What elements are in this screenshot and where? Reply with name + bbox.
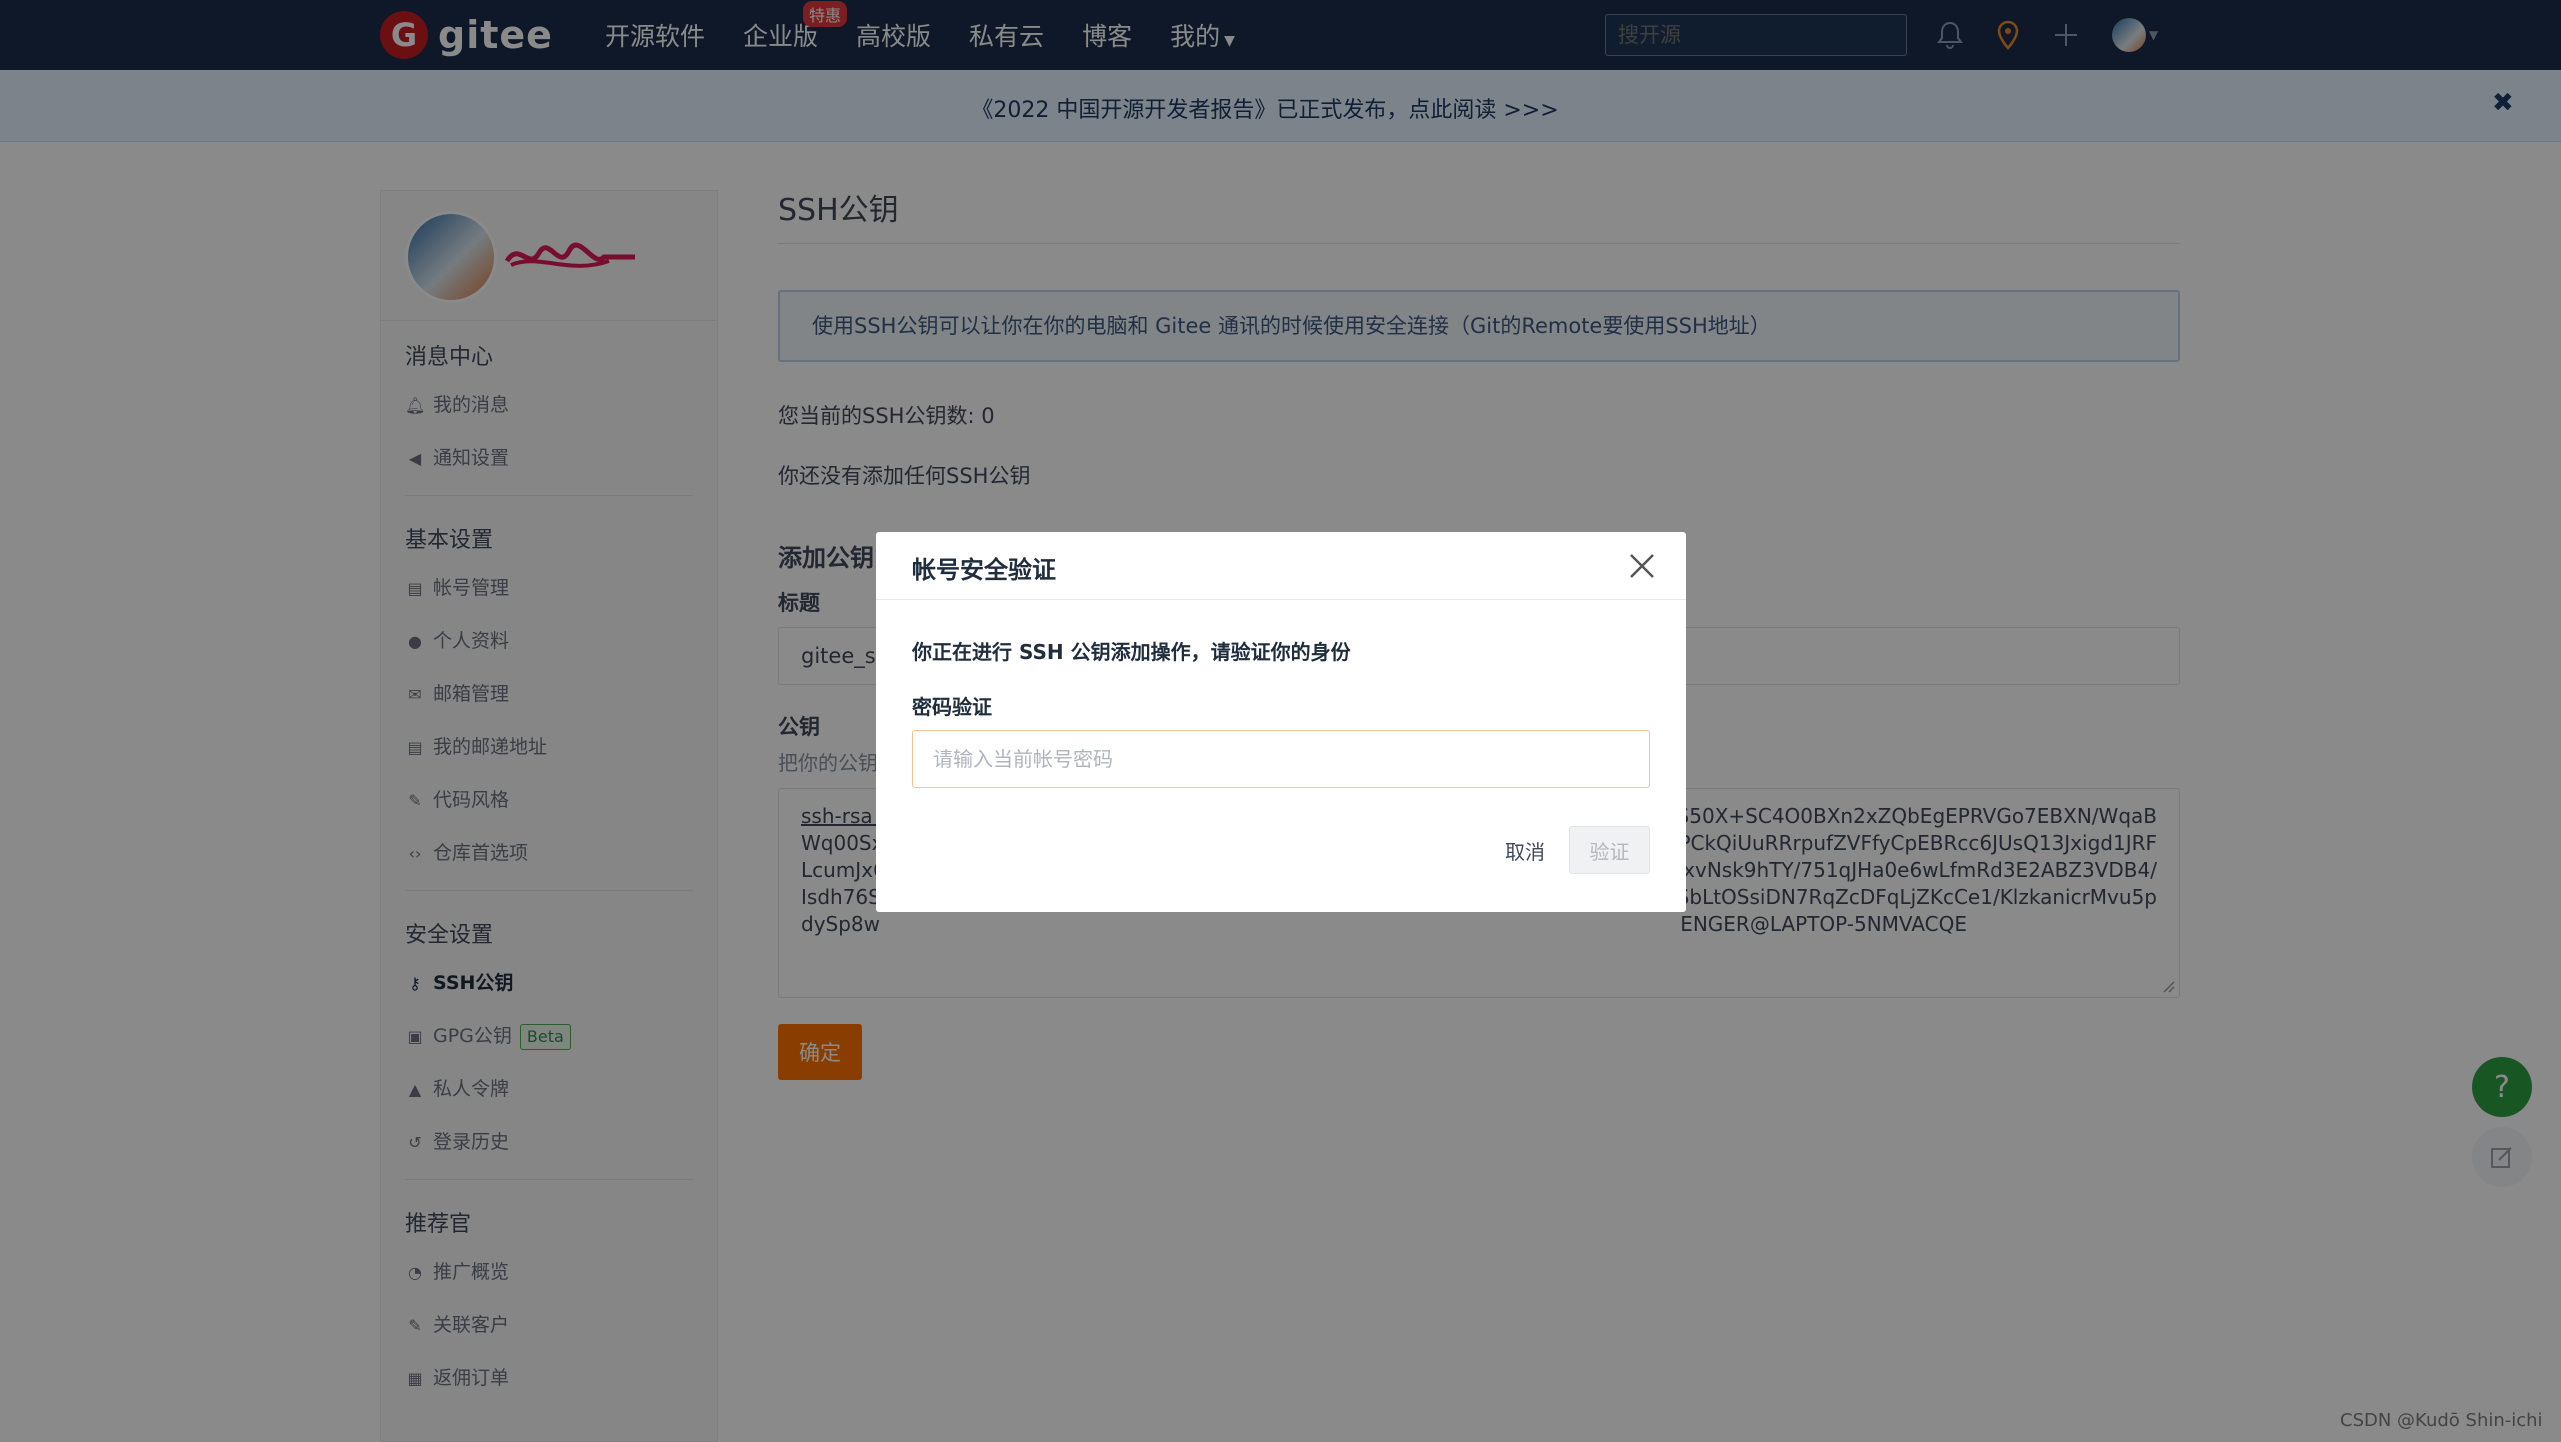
security-verify-dialog: 帐号安全验证 你正在进行 SSH 公钥添加操作，请验证你的身份 密码验证 取消 … [876,532,1686,912]
close-icon[interactable] [1624,548,1660,584]
password-input[interactable] [912,730,1650,788]
watermark: CSDN @Kudō Shin-ichi [2340,1410,2543,1431]
dialog-description: 你正在进行 SSH 公钥添加操作，请验证你的身份 [912,640,1351,664]
verify-button[interactable]: 验证 [1569,826,1650,874]
dialog-footer: 取消 验证 [876,826,1686,876]
password-label: 密码验证 [912,695,992,719]
cancel-button[interactable]: 取消 [1480,826,1570,874]
dialog-title: 帐号安全验证 [912,556,1056,584]
dialog-body: 你正在进行 SSH 公钥添加操作，请验证你的身份 密码验证 [876,636,1686,788]
dialog-header: 帐号安全验证 [876,532,1686,600]
